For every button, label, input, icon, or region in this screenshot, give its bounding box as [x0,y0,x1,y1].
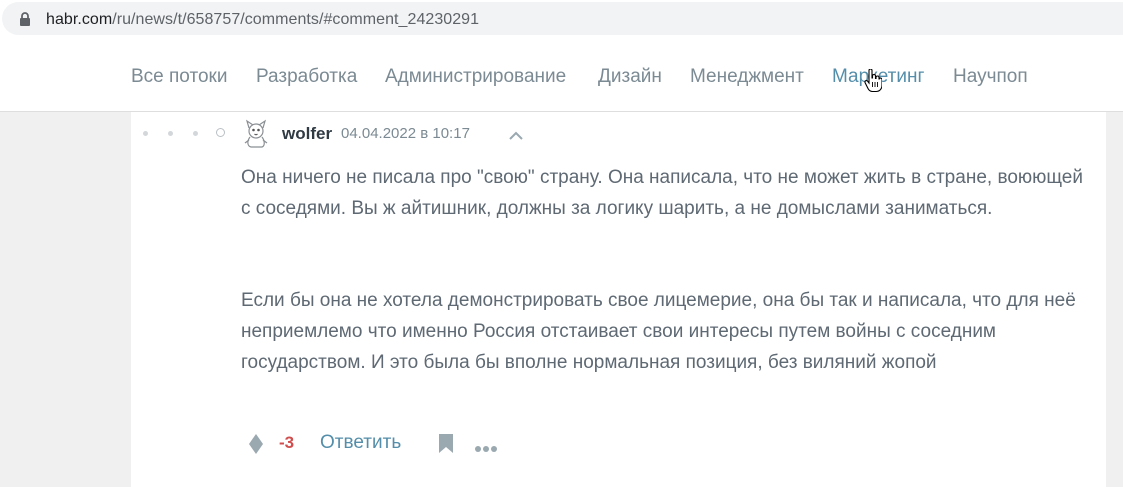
url-field[interactable]: habr.com/ru/news/t/658757/comments/#comm… [2,2,1123,35]
thread-level-dot [168,131,173,136]
url-text[interactable]: habr.com/ru/news/t/658757/comments/#comm… [46,10,479,30]
nav-item-design[interactable]: Дизайн [598,66,662,88]
nav-item-development[interactable]: Разработка [256,66,357,88]
comment-paragraph: Если бы она не хотела демонстрировать св… [241,290,1076,373]
collapse-arrow-icon[interactable] [508,128,524,146]
hub-navigation: Все потоки Разработка Администрирование … [0,40,1123,112]
vote-icon[interactable] [247,433,265,460]
thread-level-ring [216,128,225,137]
thread-level-dot [193,131,198,136]
cursor-hand-icon [864,68,883,98]
comment-paragraph: Она ничего не писала про "свою" страну. … [241,167,1083,219]
browser-address-bar: habr.com/ru/news/t/658757/comments/#comm… [0,0,1123,40]
url-path: /ru/news/t/658757/comments/#comment_2423… [112,11,480,28]
comment-date[interactable]: 04.04.2022 в 10:17 [341,125,470,142]
nav-item-all-streams[interactable]: Все потоки [131,66,227,88]
avatar[interactable] [241,118,271,148]
comment-author[interactable]: wolfer [282,124,332,144]
nav-item-management[interactable]: Менеджмент [690,66,804,88]
nav-item-popsci[interactable]: Научпоп [953,66,1028,88]
comment-score: -3 [279,433,295,452]
reply-button[interactable]: Ответить [320,432,401,454]
url-host: habr.com [46,11,113,28]
lock-icon[interactable] [19,12,31,31]
nav-item-administration[interactable]: Администрирование [385,66,566,88]
more-icon[interactable] [474,440,498,458]
bookmark-icon[interactable] [438,433,454,459]
thread-level-dot [143,131,148,136]
